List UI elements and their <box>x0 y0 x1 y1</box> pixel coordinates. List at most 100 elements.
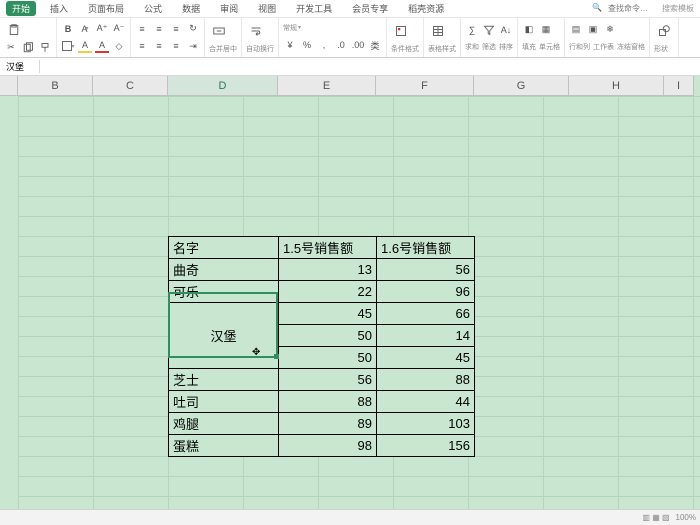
cell-label: 单元格 <box>539 42 560 52</box>
cell[interactable]: 蛋糕 <box>169 435 279 457</box>
paste-icon[interactable] <box>4 20 24 40</box>
name-box[interactable]: 汉堡 <box>0 60 40 73</box>
freeze-icon[interactable]: ❄ <box>603 23 617 37</box>
cell[interactable]: 曲奇 <box>169 259 279 281</box>
cell[interactable]: 芝士 <box>169 369 279 391</box>
cell[interactable]: 50 <box>279 347 377 369</box>
align-center-icon[interactable]: ≡ <box>152 39 166 53</box>
increase-decimal-icon[interactable]: .00 <box>351 38 365 52</box>
col-header-d[interactable]: D <box>168 76 278 96</box>
tab-resources[interactable]: 稻壳资源 <box>402 1 450 16</box>
number-type-icon[interactable]: 类 <box>368 38 382 52</box>
cell-icon[interactable]: ▦ <box>539 23 553 37</box>
header-sales-1-6[interactable]: 1.6号销售额 <box>377 237 475 259</box>
menu-bar: 开始 插入 页面布局 公式 数据 审阅 视图 开发工具 会员专享 稻壳资源 🔍 … <box>0 0 700 18</box>
cell[interactable]: 45 <box>279 303 377 325</box>
fill-icon[interactable]: ◧ <box>522 23 536 37</box>
tab-review[interactable]: 审阅 <box>214 1 244 16</box>
cell[interactable]: 156 <box>377 435 475 457</box>
decrease-font-icon[interactable]: A⁻ <box>112 22 126 36</box>
fill-color-icon[interactable]: A <box>78 39 92 53</box>
currency-icon[interactable]: ¥ <box>283 38 297 52</box>
command-search-input[interactable] <box>608 3 656 14</box>
data-table: 名字 1.5号销售额 1.6号销售额 曲奇 13 56 可乐 22 96 汉堡 … <box>168 236 475 457</box>
cell[interactable]: 56 <box>377 259 475 281</box>
cell[interactable]: 98 <box>279 435 377 457</box>
row-col-icon[interactable]: ▤ <box>569 23 583 37</box>
cut-icon[interactable]: ✂ <box>4 41 18 55</box>
cell[interactable]: 103 <box>377 413 475 435</box>
cell-merged[interactable]: 汉堡 <box>169 303 279 369</box>
header-sales-1-5[interactable]: 1.5号销售额 <box>279 237 377 259</box>
sort-label: 排序 <box>499 42 513 52</box>
cell[interactable]: 50 <box>279 325 377 347</box>
cell[interactable]: 吐司 <box>169 391 279 413</box>
col-header-i[interactable]: I <box>664 76 694 96</box>
bold-icon[interactable]: B <box>61 22 75 36</box>
col-header-e[interactable]: E <box>278 76 376 96</box>
sort-icon[interactable]: A↓ <box>499 23 513 37</box>
col-header-g[interactable]: G <box>474 76 569 96</box>
cell[interactable]: 88 <box>377 369 475 391</box>
view-buttons[interactable]: ▥ ▦ ▧ <box>642 513 669 522</box>
cell[interactable]: 56 <box>279 369 377 391</box>
percent-icon[interactable]: % <box>300 38 314 52</box>
table-row: 汉堡 45 66 <box>169 303 475 325</box>
sum-icon[interactable]: ∑ <box>465 23 479 37</box>
wrap-text-icon[interactable] <box>246 21 266 41</box>
tab-home[interactable]: 开始 <box>6 1 36 16</box>
clear-format-icon[interactable]: ◇ <box>112 39 126 53</box>
col-header-h[interactable]: H <box>569 76 664 96</box>
col-header-b[interactable]: B <box>18 76 93 96</box>
cell[interactable]: 44 <box>377 391 475 413</box>
cell[interactable]: 66 <box>377 303 475 325</box>
filter-icon[interactable] <box>482 23 496 37</box>
tab-insert[interactable]: 插入 <box>44 1 74 16</box>
cell[interactable]: 13 <box>279 259 377 281</box>
cell[interactable]: 22 <box>279 281 377 303</box>
column-headers: B C D E F G H I <box>0 76 700 96</box>
borders-dropdown[interactable]: ▾ <box>61 39 75 53</box>
indent-icon[interactable]: ⇥ <box>186 39 200 53</box>
align-bottom-icon[interactable]: ≡ <box>169 22 183 36</box>
col-header-f[interactable]: F <box>376 76 474 96</box>
align-left-icon[interactable]: ≡ <box>135 39 149 53</box>
tab-page-layout[interactable]: 页面布局 <box>82 1 130 16</box>
increase-font-icon[interactable]: A⁺ <box>95 22 109 36</box>
spreadsheet-grid[interactable]: B C D E F G H I 名字 1.5号销售额 1.6号销售额 曲奇 13… <box>0 76 700 525</box>
worksheet-icon[interactable]: ▣ <box>586 23 600 37</box>
col-header-c[interactable]: C <box>93 76 168 96</box>
tab-view[interactable]: 视图 <box>252 1 282 16</box>
header-name[interactable]: 名字 <box>169 237 279 259</box>
tab-data[interactable]: 数据 <box>176 1 206 16</box>
cell[interactable]: 14 <box>377 325 475 347</box>
tab-member[interactable]: 会员专享 <box>346 1 394 16</box>
orientation-icon[interactable]: ↻ <box>186 22 200 36</box>
align-top-icon[interactable]: ≡ <box>135 22 149 36</box>
table-style-icon[interactable] <box>428 21 448 41</box>
decrease-decimal-icon[interactable]: .0 <box>334 38 348 52</box>
status-bar: ▥ ▦ ▧ 100% <box>0 509 700 525</box>
tab-formulas[interactable]: 公式 <box>138 1 168 16</box>
align-right-icon[interactable]: ≡ <box>169 39 183 53</box>
cell[interactable]: 45 <box>377 347 475 369</box>
cell[interactable]: 96 <box>377 281 475 303</box>
font-size-dropdown[interactable]: A▾ <box>78 22 92 36</box>
cell[interactable]: 可乐 <box>169 281 279 303</box>
number-format-dropdown[interactable]: 常规 <box>283 23 297 33</box>
select-all-corner[interactable] <box>0 76 18 96</box>
comma-icon[interactable]: , <box>317 38 331 52</box>
cell[interactable]: 鸡腿 <box>169 413 279 435</box>
merge-center-icon[interactable] <box>209 21 229 41</box>
format-painter-icon[interactable] <box>38 41 52 55</box>
font-color-icon[interactable]: A <box>95 39 109 53</box>
filter-label: 筛选 <box>482 42 496 52</box>
zoom-level[interactable]: 100% <box>676 513 696 522</box>
cell[interactable]: 89 <box>279 413 377 435</box>
copy-icon[interactable] <box>21 41 35 55</box>
align-middle-icon[interactable]: ≡ <box>152 22 166 36</box>
tab-dev-tools[interactable]: 开发工具 <box>290 1 338 16</box>
cond-format-icon[interactable] <box>391 21 411 41</box>
shapes-icon[interactable] <box>654 21 674 41</box>
cell[interactable]: 88 <box>279 391 377 413</box>
